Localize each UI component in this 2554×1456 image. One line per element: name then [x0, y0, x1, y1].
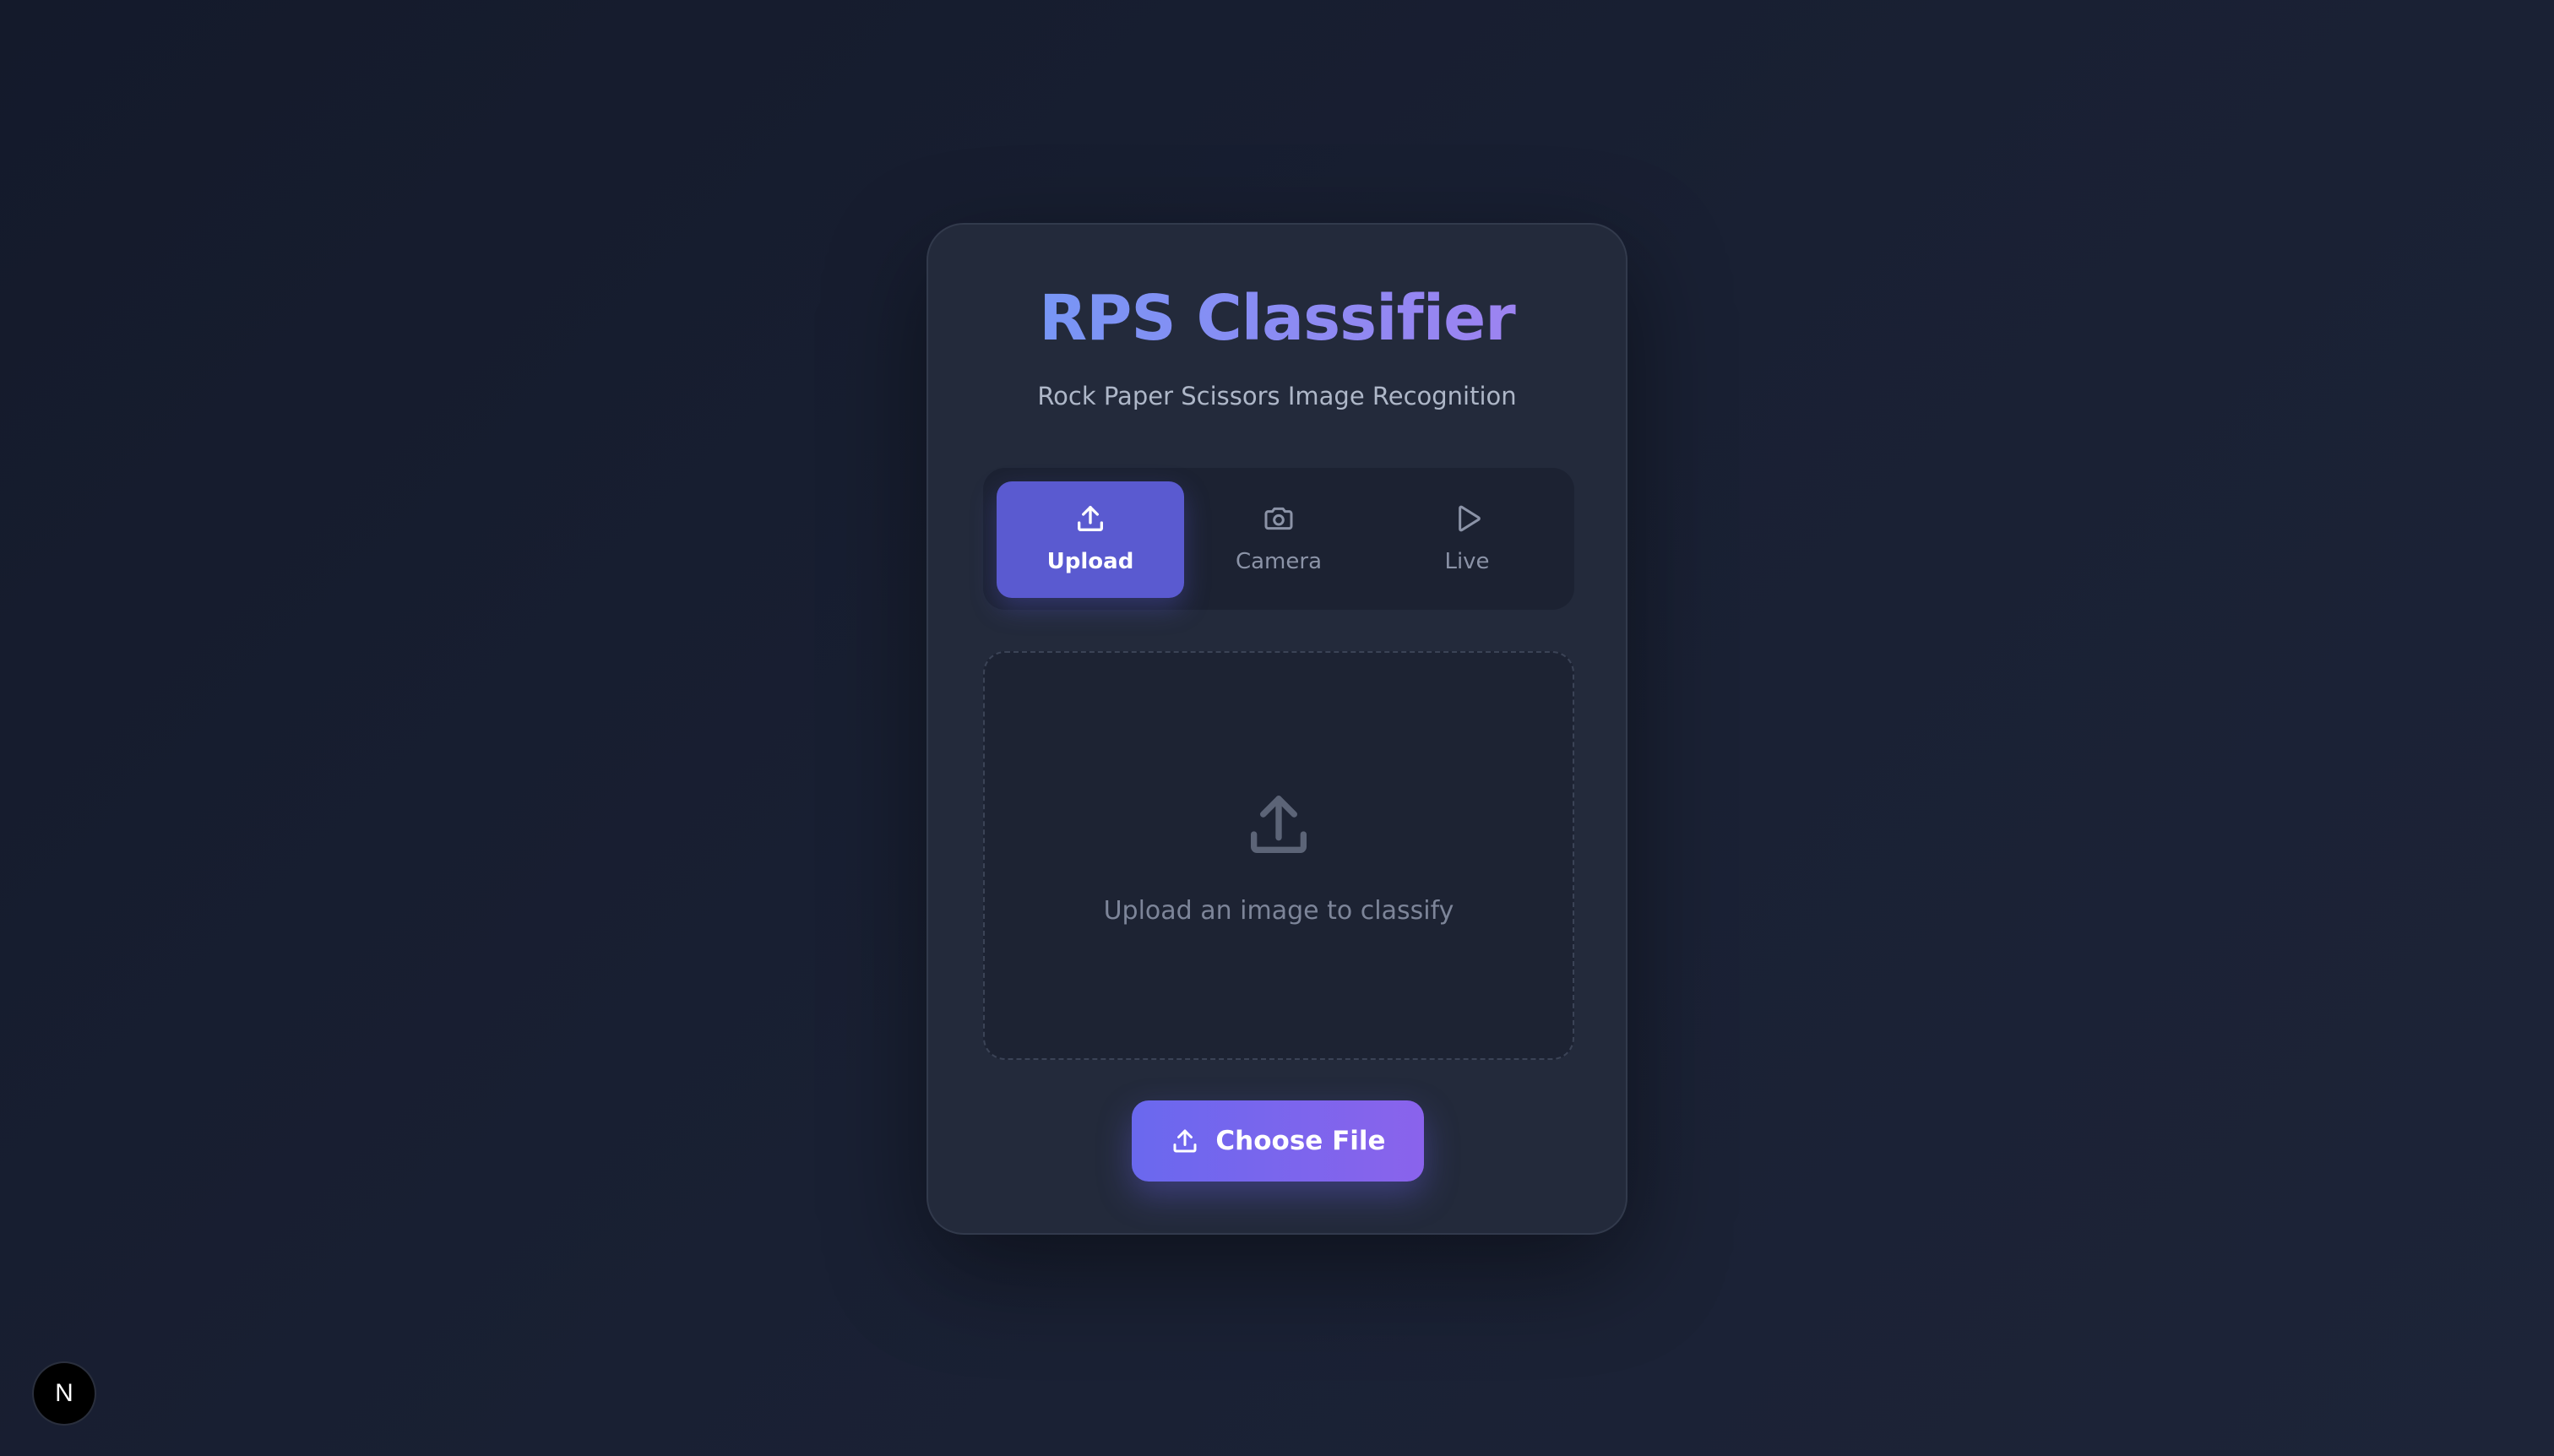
mode-tabs: Upload Camera Live — [983, 468, 1574, 610]
tab-live[interactable]: Live — [1373, 481, 1561, 598]
app-subtitle: Rock Paper Scissors Image Recognition — [1037, 382, 1517, 410]
next-logo-icon[interactable]: N — [34, 1363, 95, 1424]
tab-label: Camera — [1235, 549, 1323, 574]
tab-label: Live — [1444, 549, 1490, 574]
upload-icon — [1170, 1126, 1200, 1156]
tab-upload[interactable]: Upload — [997, 481, 1184, 598]
play-icon — [1373, 502, 1561, 535]
dropzone-text: Upload an image to classify — [1103, 896, 1454, 926]
tab-camera[interactable]: Camera — [1185, 481, 1372, 598]
upload-dropzone[interactable]: Upload an image to classify — [983, 651, 1574, 1060]
choose-file-button[interactable]: Choose File — [1132, 1100, 1424, 1182]
tab-label: Upload — [1046, 549, 1134, 574]
upload-icon — [997, 502, 1184, 535]
camera-icon — [1185, 502, 1372, 535]
upload-icon — [985, 788, 1573, 862]
choose-file-label: Choose File — [1215, 1126, 1386, 1156]
classifier-card: RPS Classifier Rock Paper Scissors Image… — [927, 223, 1627, 1235]
app-title: RPS Classifier — [928, 282, 1626, 355]
badge-letter: N — [55, 1379, 73, 1407]
